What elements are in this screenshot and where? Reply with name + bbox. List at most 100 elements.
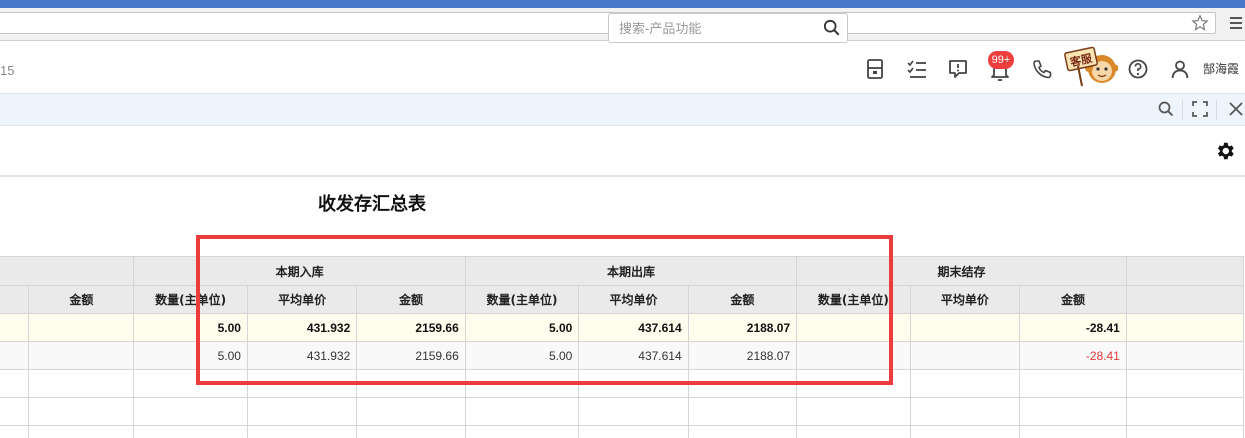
notification-count-badge: 99+ (988, 51, 1014, 69)
table-cell[interactable]: 2159.66 (356, 341, 466, 370)
table-cell[interactable] (796, 369, 911, 398)
section-divider (0, 175, 1245, 177)
table-cell[interactable] (909, 369, 1021, 398)
table-cell[interactable] (796, 425, 911, 438)
message-icon[interactable] (947, 58, 969, 80)
row-leading-cell (0, 397, 30, 426)
column-header[interactable]: 金额 (356, 285, 466, 314)
summary-row[interactable]: 5.00 431.932 2159.66 5.00 437.614 2188.07 -28.… (0, 313, 1245, 342)
search-input[interactable] (609, 14, 809, 42)
table-cell[interactable] (909, 313, 1021, 342)
close-icon[interactable] (1227, 100, 1245, 118)
row-leading-cell (0, 425, 30, 438)
table-cell[interactable] (578, 369, 689, 398)
table-cell[interactable] (796, 313, 911, 342)
table-cell[interactable]: 5.00 (464, 341, 580, 370)
report-title: 收发存汇总表 (318, 194, 426, 215)
table-cell[interactable] (1019, 397, 1127, 426)
gear-icon[interactable] (1214, 140, 1236, 162)
table-cell[interactable] (356, 425, 466, 438)
table-cell[interactable] (133, 369, 248, 398)
table-cell[interactable]: 431.932 (246, 313, 358, 342)
group-header-blank (0, 256, 135, 286)
report-table: 本期入库 本期出库 期末结存 金额 数量(主单位) 平均单价 金额 数量(主单位… (0, 256, 1245, 438)
table-cell[interactable]: 5.00 (464, 313, 580, 342)
column-header[interactable]: 数量(主单位) (796, 285, 911, 314)
table-cell[interactable] (28, 313, 135, 342)
table-cell[interactable] (464, 397, 580, 426)
row-trailing-cell (1125, 425, 1245, 438)
empty-row[interactable] (0, 425, 1245, 438)
column-header[interactable]: 金额 (1019, 285, 1127, 314)
search-icon[interactable] (1157, 100, 1175, 118)
column-header[interactable]: 数量(主单位) (133, 285, 248, 314)
page-toolbar (0, 94, 1245, 126)
table-cell[interactable]: -28.41 (1019, 341, 1127, 370)
table-cell[interactable] (133, 397, 248, 426)
table-cell[interactable]: 5.00 (133, 313, 248, 342)
table-cell[interactable] (356, 397, 466, 426)
search-box[interactable] (608, 13, 848, 43)
calculator-icon[interactable] (864, 58, 886, 80)
report-table-container: 本期入库 本期出库 期末结存 金额 数量(主单位) 平均单价 金额 数量(主单位… (0, 256, 1245, 438)
table-cell[interactable] (909, 341, 1021, 370)
bookmark-star-icon[interactable] (1191, 14, 1209, 32)
group-header-outbound: 本期出库 (464, 256, 798, 286)
table-cell[interactable]: -28.41 (1019, 313, 1127, 342)
user-name[interactable]: 郜海霞 (1203, 60, 1239, 77)
table-cell[interactable] (356, 369, 466, 398)
table-cell[interactable] (687, 425, 798, 438)
row-leading-cell (0, 369, 30, 398)
table-cell[interactable] (246, 369, 358, 398)
column-header[interactable]: 数量(主单位) (464, 285, 580, 314)
table-cell[interactable] (796, 341, 911, 370)
header-left-text: 15 (0, 63, 15, 78)
table-cell[interactable] (28, 369, 135, 398)
table-cell[interactable]: 2188.07 (687, 341, 798, 370)
table-cell[interactable] (909, 397, 1021, 426)
table-cell[interactable]: 2188.07 (687, 313, 798, 342)
table-cell[interactable] (578, 425, 689, 438)
table-cell[interactable] (246, 425, 358, 438)
table-cell[interactable] (687, 369, 798, 398)
table-cell[interactable] (687, 397, 798, 426)
table-cell[interactable]: 431.932 (246, 341, 358, 370)
table-cell[interactable] (28, 425, 135, 438)
empty-row[interactable] (0, 369, 1245, 398)
table-cell[interactable] (133, 425, 248, 438)
column-header[interactable]: 金额 (687, 285, 798, 314)
table-cell[interactable] (578, 397, 689, 426)
column-header[interactable]: 金额 (28, 285, 135, 314)
column-header-partial (0, 285, 30, 314)
table-cell[interactable] (464, 425, 580, 438)
column-header[interactable]: 平均单价 (909, 285, 1021, 314)
table-cell[interactable] (1019, 425, 1127, 438)
table-cell[interactable] (796, 397, 911, 426)
table-cell[interactable]: 437.614 (578, 341, 689, 370)
browser-menu-icon[interactable] (1229, 17, 1243, 31)
table-cell[interactable]: 2159.66 (356, 313, 466, 342)
phone-icon[interactable] (1031, 58, 1053, 80)
user-icon[interactable] (1169, 58, 1191, 80)
help-icon[interactable] (1127, 58, 1149, 80)
table-cell[interactable] (909, 425, 1021, 438)
table-cell[interactable] (28, 397, 135, 426)
table-cell[interactable] (246, 397, 358, 426)
column-header[interactable]: 平均单价 (246, 285, 358, 314)
table-cell[interactable]: 437.614 (578, 313, 689, 342)
table-cell[interactable] (1019, 369, 1127, 398)
table-cell[interactable]: 5.00 (133, 341, 248, 370)
table-row[interactable]: 5.00 431.932 2159.66 5.00 437.614 2188.07 -28.… (0, 341, 1245, 370)
task-list-icon[interactable] (906, 58, 928, 80)
row-leading-cell (0, 341, 30, 370)
column-header[interactable]: 平均单价 (578, 285, 689, 314)
row-leading-cell (0, 313, 30, 342)
fullscreen-icon[interactable] (1191, 100, 1209, 118)
table-cell[interactable] (464, 369, 580, 398)
table-cell[interactable] (28, 341, 135, 370)
group-header-ending: 期末结存 (796, 256, 1127, 286)
empty-row[interactable] (0, 397, 1245, 426)
toolbar-divider (1182, 100, 1183, 120)
customer-service-icon[interactable]: 客服 (1062, 44, 1119, 90)
search-icon[interactable] (823, 19, 841, 37)
